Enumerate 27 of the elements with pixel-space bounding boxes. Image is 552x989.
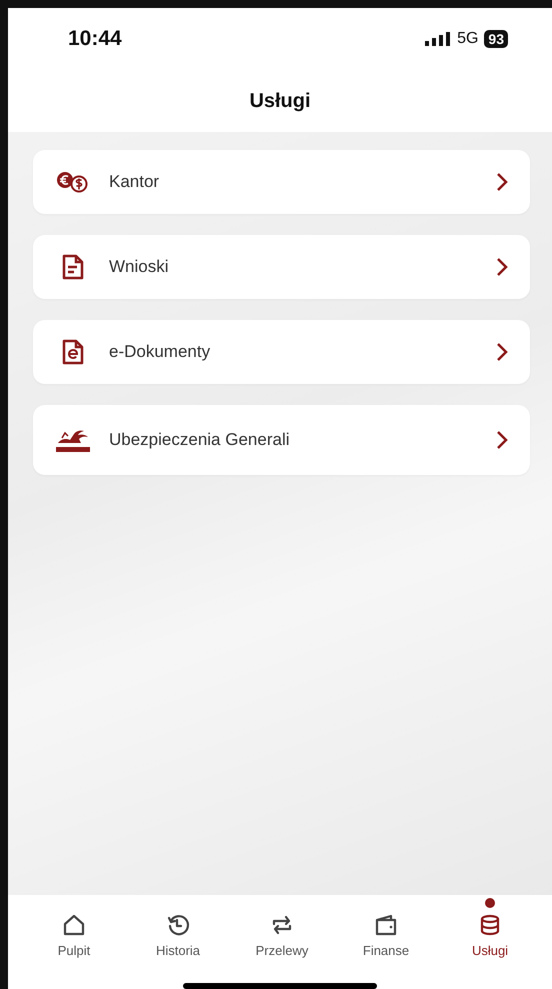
service-menu-item[interactable]: Wnioski	[33, 235, 530, 299]
tab-bar-item[interactable]: Usługi	[445, 899, 535, 959]
network-label: 5G	[457, 30, 478, 48]
status-time: 10:44	[68, 27, 122, 51]
signal-icon	[425, 32, 452, 46]
currency-coins-icon	[56, 171, 90, 193]
battery-level: 93	[484, 30, 508, 48]
tab-bar-item[interactable]: Przelewy	[237, 899, 327, 959]
page-title: Usługi	[249, 90, 311, 112]
chevron-right-icon	[496, 257, 508, 277]
chevron-right-icon	[496, 342, 508, 362]
tab-bar-item[interactable]: Historia	[133, 899, 223, 959]
service-menu-item[interactable]: Kantor	[33, 150, 530, 214]
active-dot-icon	[485, 898, 495, 908]
swap-arrows-icon	[270, 913, 294, 937]
service-menu-item[interactable]: e-Dokumenty	[33, 320, 530, 384]
home-icon	[62, 913, 86, 937]
database-icon	[478, 913, 502, 937]
chevron-right-icon	[496, 430, 508, 450]
tab-bar-item[interactable]: Finanse	[341, 899, 431, 959]
document-icon	[62, 254, 84, 280]
history-icon	[166, 913, 190, 937]
tab-bar-item[interactable]: Pulpit	[29, 899, 119, 959]
wallet-icon	[374, 913, 398, 937]
chevron-right-icon	[496, 172, 508, 192]
service-menu-item[interactable]: Ubezpieczenia Generali	[33, 405, 530, 475]
e-document-icon	[62, 339, 84, 365]
